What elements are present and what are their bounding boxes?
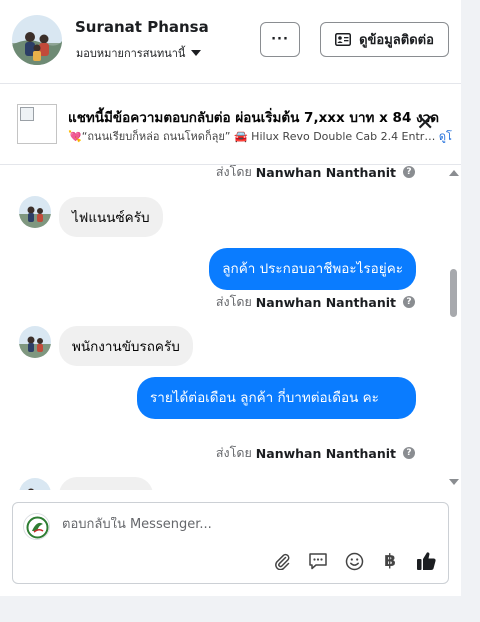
sent-by-prefix: ส่งโดย — [215, 294, 252, 309]
contact-avatar-small — [19, 326, 51, 358]
info-icon[interactable]: ? — [403, 296, 415, 308]
close-icon[interactable]: ✕ — [416, 113, 434, 135]
view-contact-button[interactable]: ดูข้อมูลติดต่อ — [320, 22, 449, 57]
reply-input[interactable] — [62, 517, 422, 532]
message-thread: ส่งโดย Nanwhan Nanthanit ? ไฟแนนซ์ครับ ล… — [0, 165, 461, 490]
contact-name[interactable]: Suranat Phansa — [75, 18, 209, 36]
incoming-message[interactable]: พนักงานขับรถครับ — [59, 326, 193, 366]
caret-down-icon — [191, 50, 202, 56]
incoming-message-partial[interactable] — [59, 477, 153, 490]
sent-by-label: ส่งโดย Nanwhan Nanthanit ? — [216, 292, 415, 312]
sent-by-label: ส่งโดย Nanwhan Nanthanit ? — [216, 443, 415, 463]
ad-view-link[interactable]: ดูโ — [439, 130, 452, 143]
scroll-up-arrow-icon[interactable] — [449, 170, 459, 176]
emoji-icon[interactable] — [343, 550, 365, 572]
assign-conversation-dropdown[interactable]: มอบหมายการสนทนานี้ — [76, 44, 202, 62]
paperclip-icon[interactable] — [271, 550, 293, 572]
sender-name: Nanwhan Nanthanit — [255, 445, 396, 461]
ad-thumbnail-image[interactable] — [17, 104, 57, 144]
ad-description: 💘“ถนนเรียบก็หล่อ ถนนโหดก็ลุย” 🚘 Hilux Re… — [68, 130, 436, 143]
thumbs-up-icon[interactable] — [415, 550, 437, 572]
conversation-header: Suranat Phansa มอบหมายการสนทนานี้ ··· ดู… — [0, 0, 461, 84]
inbox-conversation-panel: Suranat Phansa มอบหมายการสนทนานี้ ··· ดู… — [0, 0, 461, 596]
contact-card-icon — [335, 33, 352, 46]
page-background-bottom — [0, 596, 480, 622]
incoming-message[interactable]: ไฟแนนซ์ครับ — [59, 197, 163, 237]
info-icon[interactable]: ? — [403, 447, 415, 459]
reply-composer: ฿ — [12, 502, 449, 584]
scroll-down-arrow-icon[interactable] — [449, 479, 459, 485]
sent-by-prefix: ส่งโดย — [215, 445, 252, 460]
scrollbar-thumb[interactable] — [450, 269, 457, 317]
message-scrollbar[interactable] — [444, 165, 461, 490]
sent-by-label: ส่งโดย Nanwhan Nanthanit ? — [216, 165, 415, 182]
ad-context-banner: แชทนี้มีข้อความตอบกลับต่อ ผ่อนเริ่มต้น 7… — [0, 85, 461, 165]
contact-avatar[interactable] — [12, 15, 62, 65]
page-avatar — [23, 513, 50, 540]
view-contact-label: ดูข้อมูลติดต่อ — [359, 33, 434, 48]
contact-avatar-small — [19, 478, 51, 490]
ad-title: แชทนี้มีข้อความตอบกลับต่อ ผ่อนเริ่มต้น 7… — [68, 110, 439, 126]
contact-avatar-small — [19, 196, 51, 228]
sender-name: Nanwhan Nanthanit — [255, 165, 396, 180]
page-background-right — [461, 0, 480, 622]
more-options-button[interactable]: ··· — [260, 22, 300, 57]
sender-name: Nanwhan Nanthanit — [255, 294, 396, 310]
assign-conversation-label: มอบหมายการสนทนานี้ — [76, 47, 186, 60]
baht-icon[interactable]: ฿ — [379, 550, 401, 572]
outgoing-message[interactable]: รายได้ต่อเดือน ลูกค้า กี่บาทต่อเดือน คะ — [137, 377, 416, 419]
saved-reply-icon[interactable] — [307, 550, 329, 572]
ad-subtitle: 💘“ถนนเรียบก็หล่อ ถนนโหดก็ลุย” 🚘 Hilux Re… — [68, 127, 452, 145]
sent-by-prefix: ส่งโดย — [215, 165, 252, 179]
info-icon[interactable]: ? — [403, 166, 415, 178]
outgoing-message[interactable]: ลูกค้า ประกอบอาชีพอะไรอยู่คะ — [209, 248, 416, 290]
